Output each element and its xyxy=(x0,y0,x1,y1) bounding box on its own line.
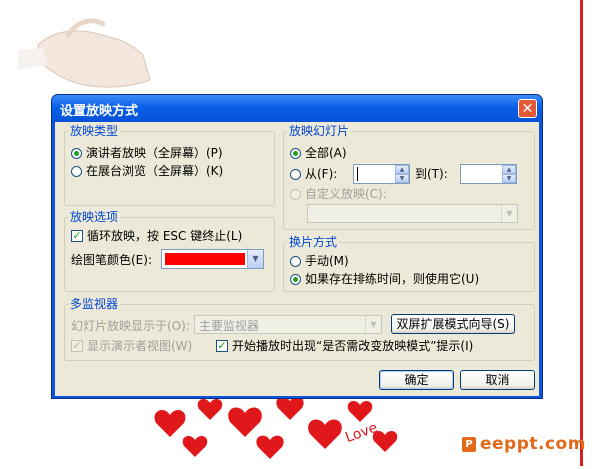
custom-show-label: 自定义放映(C): xyxy=(305,187,387,201)
kiosk-option-label[interactable]: 在展台浏览（全屏幕）(K) xyxy=(86,163,223,179)
chevron-down-icon[interactable]: ▼ xyxy=(501,205,517,222)
loop-label[interactable]: 循环放映，按 ESC 键终止(L) xyxy=(87,228,242,244)
cancel-button[interactable]: 取消 xyxy=(460,370,535,390)
all-slides-label[interactable]: 全部(A) xyxy=(305,145,347,161)
speaker-radio[interactable] xyxy=(71,148,82,159)
use-timings-label[interactable]: 如果存在排练时间，则使用它(U) xyxy=(305,271,479,287)
show-options-label: 放映选项 xyxy=(68,210,121,224)
presenter-view-checkbox[interactable]: ✓ xyxy=(71,340,83,352)
brand-logo-icon: P xyxy=(462,437,476,452)
show-type-label: 放映类型 xyxy=(68,124,121,138)
close-button[interactable]: ✕ xyxy=(518,99,537,118)
prompt-label[interactable]: 开始播放时出现“是否需改变放映模式”提示(I) xyxy=(232,338,473,354)
speaker-option-label[interactable]: 演讲者放映（全屏幕）(P) xyxy=(86,145,223,161)
presenter-view-label: 显示演示者视图(W) xyxy=(87,339,193,353)
from-spinner[interactable]: ▲ ▼ xyxy=(353,164,410,184)
setup-show-dialog: 设置放映方式 ✕ 放映类型 演讲者放映（全屏幕）(P) 在展台浏览（全屏幕）(K… xyxy=(51,94,543,399)
text-caret xyxy=(357,167,358,181)
loop-checkbox[interactable]: ✓ xyxy=(71,230,83,242)
monitors-label: 多监视器 xyxy=(68,297,121,311)
dialog-title: 设置放映方式 xyxy=(60,104,139,119)
slides-label: 放映幻灯片 xyxy=(287,124,352,138)
display-on-value: 主要监视器 xyxy=(199,319,260,333)
prompt-checkbox[interactable]: ✓ xyxy=(216,340,228,352)
spin-down-icon[interactable]: ▼ xyxy=(502,174,516,183)
display-on-select[interactable]: 主要监视器 ▼ xyxy=(194,315,382,334)
use-timings-radio[interactable] xyxy=(290,274,301,285)
chevron-down-icon[interactable]: ▼ xyxy=(365,316,381,333)
dialog-client-area: 放映类型 演讲者放映（全屏幕）(P) 在展台浏览（全屏幕）(K) 放映选项 ✓ … xyxy=(55,122,539,396)
dual-screen-wizard-button[interactable]: 双屏扩展模式向导(S) xyxy=(391,314,515,334)
chevron-down-icon[interactable]: ▼ xyxy=(247,250,263,268)
decorative-red-stripe xyxy=(580,0,583,466)
all-slides-radio[interactable] xyxy=(290,148,301,159)
to-spinner[interactable]: ▲ ▼ xyxy=(460,164,517,184)
spin-up-icon[interactable]: ▲ xyxy=(502,165,516,174)
kiosk-radio[interactable] xyxy=(71,166,82,177)
ok-button[interactable]: 确定 xyxy=(379,370,454,390)
advance-label: 换片方式 xyxy=(287,235,340,249)
pen-color-swatch xyxy=(165,253,245,265)
pen-color-label: 绘图笔颜色(E): xyxy=(71,253,152,267)
from-label[interactable]: 从(F): xyxy=(305,166,337,182)
display-on-label: 幻灯片放映显示于(O): xyxy=(71,319,190,333)
custom-show-radio[interactable] xyxy=(290,189,301,200)
pen-color-picker[interactable]: ▼ xyxy=(161,249,264,269)
to-label: 到(T): xyxy=(415,167,448,181)
custom-show-select[interactable]: ▼ xyxy=(307,204,518,223)
hand-illustration xyxy=(18,10,168,100)
manual-radio[interactable] xyxy=(290,256,301,267)
spin-down-icon[interactable]: ▼ xyxy=(395,174,409,183)
brand-watermark: eeppt.com xyxy=(480,434,586,454)
manual-label[interactable]: 手动(M) xyxy=(305,253,349,269)
hearts-decoration: Love xyxy=(150,395,410,466)
from-radio[interactable] xyxy=(290,169,301,180)
spin-up-icon[interactable]: ▲ xyxy=(395,165,409,174)
dialog-title-bar[interactable]: 设置放映方式 ✕ xyxy=(52,95,542,122)
